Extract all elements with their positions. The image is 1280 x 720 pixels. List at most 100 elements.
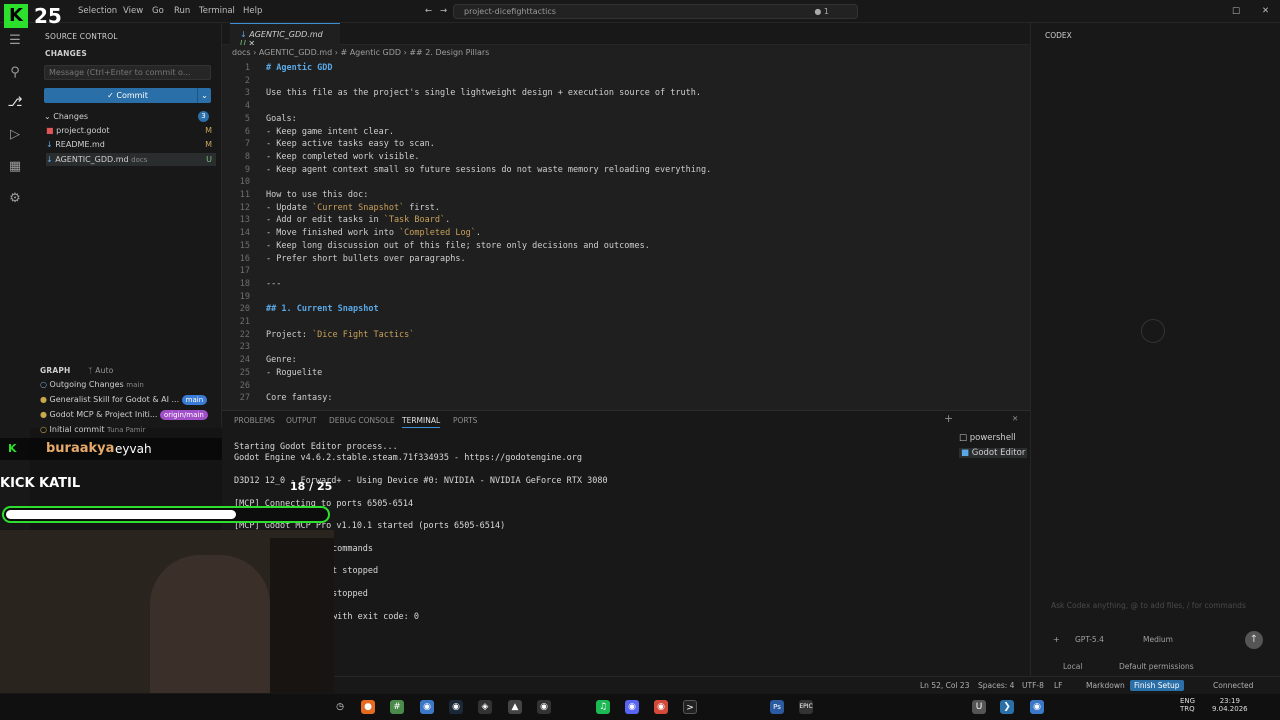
godot-taskbar-icon[interactable]: ◉ xyxy=(1030,700,1044,714)
source-control-icon[interactable]: ⎇ xyxy=(7,95,23,111)
indent-setting[interactable]: Spaces: 4 xyxy=(978,681,1014,690)
eol[interactable]: LF xyxy=(1054,681,1063,690)
chevron-down-icon[interactable]: ⌄ xyxy=(197,88,211,103)
tab-label: AGENTIC_GDD.md xyxy=(249,30,323,39)
tab-problems[interactable]: PROBLEMS xyxy=(234,416,275,425)
terminal-app-icon[interactable]: > xyxy=(683,700,697,714)
changes-header[interactable]: CHANGES xyxy=(45,49,87,58)
graph-auto-toggle[interactable]: ᛉ Auto xyxy=(88,366,114,375)
code-line[interactable]: - Update `Current Snapshot` first. xyxy=(266,203,440,213)
send-button[interactable]: ↑ xyxy=(1245,631,1263,649)
language-mode[interactable]: Markdown xyxy=(1086,681,1125,690)
finish-setup-button[interactable]: Finish Setup xyxy=(1130,680,1184,691)
menu-view[interactable]: View xyxy=(123,6,143,16)
code-line[interactable]: - Keep game intent clear. xyxy=(266,127,394,137)
code-line[interactable]: # Agentic GDD xyxy=(266,63,333,73)
code-line[interactable]: Genre: xyxy=(266,355,297,365)
menu-run[interactable]: Run xyxy=(174,6,190,16)
graph-row[interactable]: ○ Outgoing Changes main xyxy=(40,378,220,391)
code-line[interactable]: Use this file as the project's single li… xyxy=(266,88,701,98)
codex-input[interactable]: Ask Codex anything, @ to add files, / fo… xyxy=(1051,601,1246,610)
goal-progress-bar xyxy=(2,506,330,523)
graph-header[interactable]: GRAPH xyxy=(40,366,71,375)
breadcrumb[interactable]: docs › AGENTIC_GDD.md › # Agentic GDD › … xyxy=(222,45,1030,62)
close-window-icon[interactable]: ✕ xyxy=(1262,6,1269,16)
photoshop-icon[interactable]: Ps xyxy=(770,700,784,714)
menu-go[interactable]: Go xyxy=(152,6,164,16)
extensions-icon[interactable]: ▦ xyxy=(7,159,23,175)
code-line[interactable]: - Prefer short bullets over paragraphs. xyxy=(266,254,466,264)
file-row[interactable]: ↓ README.md M xyxy=(46,138,216,151)
github-icon[interactable]: ◉ xyxy=(537,700,551,714)
code-line[interactable]: How to use this doc: xyxy=(266,190,368,200)
maximize-icon[interactable]: □ xyxy=(1232,6,1240,16)
unity-icon[interactable]: ◈ xyxy=(478,700,492,714)
code-line[interactable]: Goals: xyxy=(266,114,297,124)
commit-message-input[interactable]: Message (Ctrl+Enter to commit o... xyxy=(44,65,211,80)
mode-select[interactable]: Local xyxy=(1063,662,1082,671)
clock-app-icon[interactable]: ◷ xyxy=(333,700,347,714)
close-panel-icon[interactable]: ✕ xyxy=(1012,414,1018,423)
terminal-item-powershell[interactable]: □ powershell xyxy=(959,433,1016,443)
model-select[interactable]: GPT-5.4 xyxy=(1075,635,1104,644)
tab-terminal[interactable]: TERMINAL xyxy=(402,416,441,428)
minimap[interactable] xyxy=(942,62,1030,410)
code-line[interactable]: --- xyxy=(266,279,281,289)
tab-ports[interactable]: PORTS xyxy=(453,416,477,425)
clock[interactable]: 23:19 9.04.2026 xyxy=(1212,697,1248,713)
vscode-icon[interactable]: ❯ xyxy=(1000,700,1014,714)
permissions-select[interactable]: Default permissions xyxy=(1119,662,1194,671)
markdown-file-icon: ↓ xyxy=(46,140,53,149)
menu-terminal[interactable]: Terminal xyxy=(199,6,235,16)
add-terminal-icon[interactable]: + xyxy=(944,412,953,425)
chrome-icon[interactable]: ◉ xyxy=(654,700,668,714)
search-icon[interactable]: ⚲ xyxy=(7,65,23,81)
code-line[interactable]: Project: `Dice Fight Tactics` xyxy=(266,330,414,340)
graph-row[interactable]: ○ Initial commit Tuna Pamir xyxy=(40,423,220,436)
tab-agentic-gdd[interactable]: ↓ AGENTIC_GDD.md U ✕ xyxy=(230,23,340,48)
steam-icon[interactable]: ◉ xyxy=(449,700,463,714)
epic-games-icon[interactable]: EPIC xyxy=(799,700,813,714)
slack-icon[interactable]: # xyxy=(390,700,404,714)
firefox-icon[interactable]: ● xyxy=(361,700,375,714)
code-line[interactable]: - Roguelite xyxy=(266,368,322,378)
code-line[interactable]: - Keep long discussion out of this file;… xyxy=(266,241,650,251)
app-icon[interactable]: ▲ xyxy=(508,700,522,714)
spotify-icon[interactable]: ♫ xyxy=(596,700,610,714)
terminal-line: stopped xyxy=(332,588,368,599)
tab-debug-console[interactable]: DEBUG CONSOLE xyxy=(329,416,395,425)
language-indicator[interactable]: ENG TRQ xyxy=(1180,697,1195,713)
tab-output[interactable]: OUTPUT xyxy=(286,416,317,425)
back-arrow-icon[interactable]: ← xyxy=(425,6,432,16)
code-line[interactable]: Core fantasy: xyxy=(266,393,333,403)
code-line[interactable]: - Keep active tasks easy to scan. xyxy=(266,139,435,149)
add-attachment-icon[interactable]: + xyxy=(1053,635,1060,644)
code-line[interactable]: - Move finished work into `Completed Log… xyxy=(266,228,481,238)
file-row[interactable]: ■ project.godot M xyxy=(46,124,216,137)
encoding[interactable]: UTF-8 xyxy=(1022,681,1044,690)
code-line[interactable]: - Keep completed work visible. xyxy=(266,152,420,162)
terminal-icon: □ xyxy=(959,433,968,443)
graph-row[interactable]: ● Generalist Skill for Godot & AI ... ma… xyxy=(40,393,220,406)
file-row-selected[interactable]: ↓ AGENTIC_GDD.md docs U xyxy=(46,153,216,166)
unreal-icon[interactable]: U xyxy=(972,700,986,714)
code-line[interactable]: ## 1. Current Snapshot xyxy=(266,304,379,314)
cursor-position[interactable]: Ln 52, Col 23 xyxy=(920,681,969,690)
robot-icon[interactable]: ⚙ xyxy=(7,191,23,207)
changes-group[interactable]: ⌄ Changes xyxy=(44,110,214,123)
commit-button[interactable]: ✓ Commit ⌄ xyxy=(44,88,211,103)
menu-selection[interactable]: Selection xyxy=(78,6,117,16)
effort-select[interactable]: Medium xyxy=(1143,635,1173,644)
code-line[interactable]: - Add or edit tasks in `Task Board`. xyxy=(266,215,450,225)
editor-content[interactable]: 1 # Agentic GDD 2 3 Use this file as the pro… xyxy=(222,62,942,410)
run-debug-icon[interactable]: ▷ xyxy=(7,127,23,143)
forward-arrow-icon[interactable]: → xyxy=(440,6,447,16)
browser-icon[interactable]: ◉ xyxy=(420,700,434,714)
menu-help[interactable]: Help xyxy=(243,6,262,16)
command-search-box[interactable]: project-dicefighttactics ● 1 xyxy=(453,4,858,19)
explorer-icon[interactable]: ☰ xyxy=(7,33,23,49)
graph-row[interactable]: ● Godot MCP & Project Initi... origin/ma… xyxy=(40,408,220,421)
code-line[interactable]: - Keep agent context small so future ses… xyxy=(266,165,711,175)
discord-icon[interactable]: ◉ xyxy=(625,700,639,714)
terminal-item-godot[interactable]: ■ Godot Editor xyxy=(959,448,1028,458)
